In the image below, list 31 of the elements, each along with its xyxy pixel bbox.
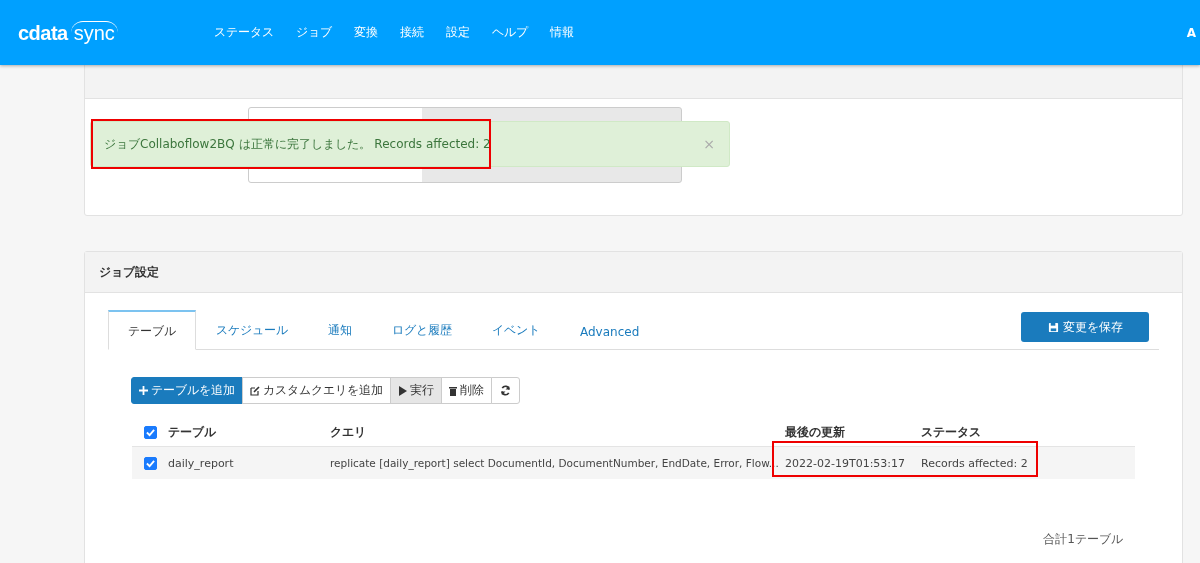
- tab[interactable]: Advanced: [560, 313, 660, 349]
- tab[interactable]: スケジュール: [196, 310, 308, 349]
- nav-link[interactable]: ステータス: [203, 24, 285, 41]
- nav-link[interactable]: 設定: [435, 24, 481, 41]
- toolbar-button[interactable]: 削除: [441, 377, 492, 404]
- nav-link[interactable]: 変換: [343, 24, 389, 41]
- tab[interactable]: イベント: [472, 310, 560, 349]
- column-header: 最後の更新: [785, 423, 846, 441]
- toolbar-button[interactable]: カスタムクエリを追加: [242, 377, 391, 404]
- column-header: ステータス: [921, 423, 982, 441]
- table-count: 合計1テーブル: [1043, 531, 1123, 548]
- column-header: クエリ: [330, 423, 367, 441]
- nav-link[interactable]: ヘルプ: [481, 24, 539, 41]
- logo-text: sync: [70, 20, 118, 45]
- alert-message: ジョブCollaboflow2BQ は正常に完了しました。 Records affected: 2: [104, 135, 491, 153]
- tab[interactable]: テーブル: [108, 310, 196, 350]
- nav-link[interactable]: ジョブ: [285, 24, 343, 41]
- nav-link[interactable]: 情報: [539, 24, 585, 41]
- save-button[interactable]: 変更を保存: [1021, 312, 1149, 342]
- column-header: テーブル: [168, 423, 217, 441]
- toolbar-button[interactable]: テーブルを追加: [131, 377, 243, 404]
- toolbar-button[interactable]: 実行: [390, 377, 442, 404]
- logo-text: cdata: [18, 21, 68, 45]
- tab[interactable]: ログと履歴: [372, 310, 472, 349]
- table-cell-text: daily_report: [168, 456, 235, 470]
- table-cell-text: 2022-02-19T01:53:17: [785, 456, 907, 470]
- panel-title: ジョブ設定: [99, 263, 159, 281]
- user-menu[interactable]: A: [1186, 25, 1196, 40]
- table-cell-text: Records affected: 2: [921, 456, 1029, 470]
- tab[interactable]: 通知: [308, 310, 372, 349]
- nav-link[interactable]: 接続: [389, 24, 435, 41]
